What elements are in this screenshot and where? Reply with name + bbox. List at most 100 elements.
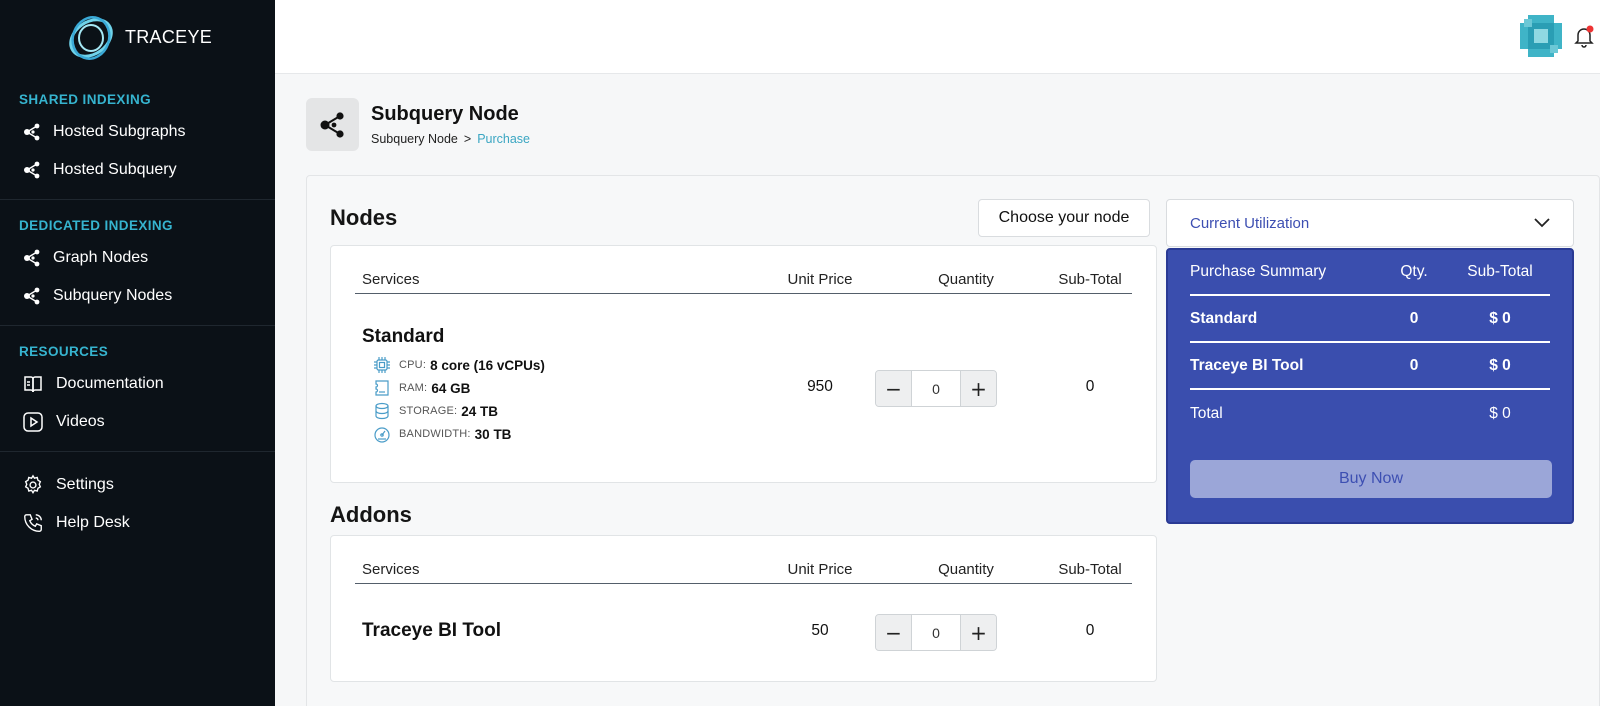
shared-indexing-section: SHARED INDEXING Hosted Subgraphs Hosted … (0, 74, 275, 200)
phone-icon (22, 512, 44, 534)
resources-section: RESOURCES Documentation Videos (0, 326, 275, 452)
total-label: Total (1190, 404, 1223, 422)
gear-icon (22, 474, 44, 496)
traceye-logo-icon (69, 16, 113, 60)
table-header: Services Unit Price Quantity Sub-Total (355, 560, 1132, 584)
column-header-quantity: Quantity (938, 561, 994, 578)
utilization-label: Current Utilization (1190, 214, 1310, 232)
database-icon (373, 402, 391, 420)
sidebar-item-hosted-subgraphs[interactable]: Hosted Subgraphs (0, 113, 275, 151)
avatar[interactable] (1520, 15, 1562, 57)
summary-row: Traceye BI Tool 0 $ 0 (1190, 343, 1550, 390)
nodes-icon (22, 285, 42, 307)
section-heading: RESOURCES (19, 344, 109, 359)
summary-item-qty: 0 (1409, 356, 1419, 374)
choose-node-button[interactable]: Choose your node (978, 199, 1150, 237)
notification-bell-icon[interactable] (1572, 24, 1596, 48)
addons-table: Services Unit Price Quantity Sub-Total T… (330, 535, 1157, 682)
sidebar-item-label: Hosted Subquery (53, 161, 177, 178)
sub-total: 0 (1085, 622, 1095, 639)
spec-value: 24 TB (461, 403, 499, 419)
spec-value: 64 GB (431, 380, 471, 396)
sidebar-item-settings[interactable]: Settings (0, 466, 275, 504)
spec-label: STORAGE: (399, 405, 458, 417)
summary-item-name: Standard (1190, 309, 1258, 327)
settings-section: Settings Help Desk (0, 452, 275, 552)
summary-total-row: Total $ 0 (1190, 390, 1550, 437)
sidebar-item-label: Videos (56, 413, 105, 430)
chevron-down-icon (1534, 218, 1550, 228)
bandwidth-icon (373, 425, 391, 443)
quantity-input[interactable] (911, 615, 961, 650)
unit-price: 50 (811, 622, 829, 639)
page-title: Subquery Node (371, 103, 519, 125)
nodes-title: Nodes (330, 205, 398, 230)
spec-bandwidth: BANDWIDTH: 30 TB (373, 425, 511, 443)
spec-label: CPU: (399, 359, 427, 371)
quantity-stepper: − + (875, 614, 997, 651)
service-name: Traceye BI Tool (362, 620, 502, 641)
sidebar-item-videos[interactable]: Videos (0, 403, 275, 441)
summary-item-subtotal: $ 0 (1489, 309, 1511, 327)
summary-heading: Purchase Summary (1190, 263, 1327, 280)
increment-button[interactable]: + (961, 615, 996, 650)
brand-name: TRACEYE (124, 26, 213, 47)
summary-item-name: Traceye BI Tool (1190, 356, 1304, 374)
decrement-button[interactable]: − (876, 371, 911, 406)
column-header-services: Services (362, 271, 420, 288)
logo[interactable]: TRACEYE (0, 0, 275, 74)
increment-button[interactable]: + (961, 371, 996, 406)
nodes-icon (22, 159, 42, 181)
sidebar: TRACEYE SHARED INDEXING Hosted Subgraphs… (0, 0, 275, 706)
summary-subtotal-header: Sub-Total (1467, 263, 1533, 280)
play-icon (22, 411, 44, 433)
unit-price: 950 (807, 378, 833, 395)
summary-header: Purchase Summary Qty. Sub-Total (1190, 250, 1550, 296)
current-utilization-dropdown[interactable]: Current Utilization (1166, 199, 1574, 247)
sub-total: 0 (1085, 378, 1095, 395)
quantity-input[interactable] (911, 371, 961, 406)
breadcrumb: Subquery Node > Purchase (371, 132, 530, 146)
nodes-icon (22, 247, 42, 269)
breadcrumb-parent[interactable]: Subquery Node (371, 132, 458, 146)
cpu-icon (373, 356, 391, 374)
addons-title: Addons (330, 502, 412, 527)
sidebar-item-label: Hosted Subgraphs (53, 123, 186, 140)
table-header: Services Unit Price Quantity Sub-Total (355, 270, 1132, 294)
breadcrumb-current: Purchase (477, 132, 530, 146)
spec-label: RAM: (399, 382, 428, 394)
summary-qty-header: Qty. (1400, 263, 1428, 280)
spec-label: BANDWIDTH: (399, 428, 471, 440)
decrement-button[interactable]: − (876, 615, 911, 650)
sidebar-item-hosted-subquery[interactable]: Hosted Subquery (0, 151, 275, 189)
nodes-icon (22, 121, 42, 143)
spec-value: 30 TB (474, 426, 512, 442)
service-name: Standard (362, 326, 445, 347)
book-icon (22, 373, 44, 395)
sidebar-item-subquery-nodes[interactable]: Subquery Nodes (0, 277, 275, 315)
sidebar-item-graph-nodes[interactable]: Graph Nodes (0, 239, 275, 277)
summary-item-subtotal: $ 0 (1489, 356, 1511, 374)
spec-cpu: CPU: 8 core (16 vCPUs) (373, 356, 545, 374)
column-header-services: Services (362, 561, 420, 578)
nodes-table: Services Unit Price Quantity Sub-Total S… (330, 245, 1157, 483)
breadcrumb-separator: > (463, 132, 472, 146)
sidebar-item-label: Graph Nodes (53, 249, 149, 266)
quantity-stepper: − + (875, 370, 997, 407)
summary-item-qty: 0 (1409, 309, 1419, 327)
column-header-sub-total: Sub-Total (1058, 561, 1122, 578)
section-heading: DEDICATED INDEXING (19, 218, 173, 233)
subquery-node-icon (306, 98, 359, 151)
summary-row: Standard 0 $ 0 (1190, 296, 1550, 343)
column-header-unit-price: Unit Price (787, 561, 853, 578)
spec-value: 8 core (16 vCPUs) (430, 357, 545, 373)
sidebar-item-help-desk[interactable]: Help Desk (0, 504, 275, 542)
sidebar-item-label: Documentation (56, 375, 164, 392)
spec-storage: STORAGE: 24 TB (373, 402, 498, 420)
dedicated-indexing-section: DEDICATED INDEXING Graph Nodes Subquery … (0, 200, 275, 326)
sidebar-item-label: Settings (56, 476, 114, 493)
sidebar-item-documentation[interactable]: Documentation (0, 365, 275, 403)
memory-icon (373, 379, 391, 397)
buy-now-button[interactable]: Buy Now (1190, 460, 1552, 498)
column-header-sub-total: Sub-Total (1058, 271, 1122, 288)
